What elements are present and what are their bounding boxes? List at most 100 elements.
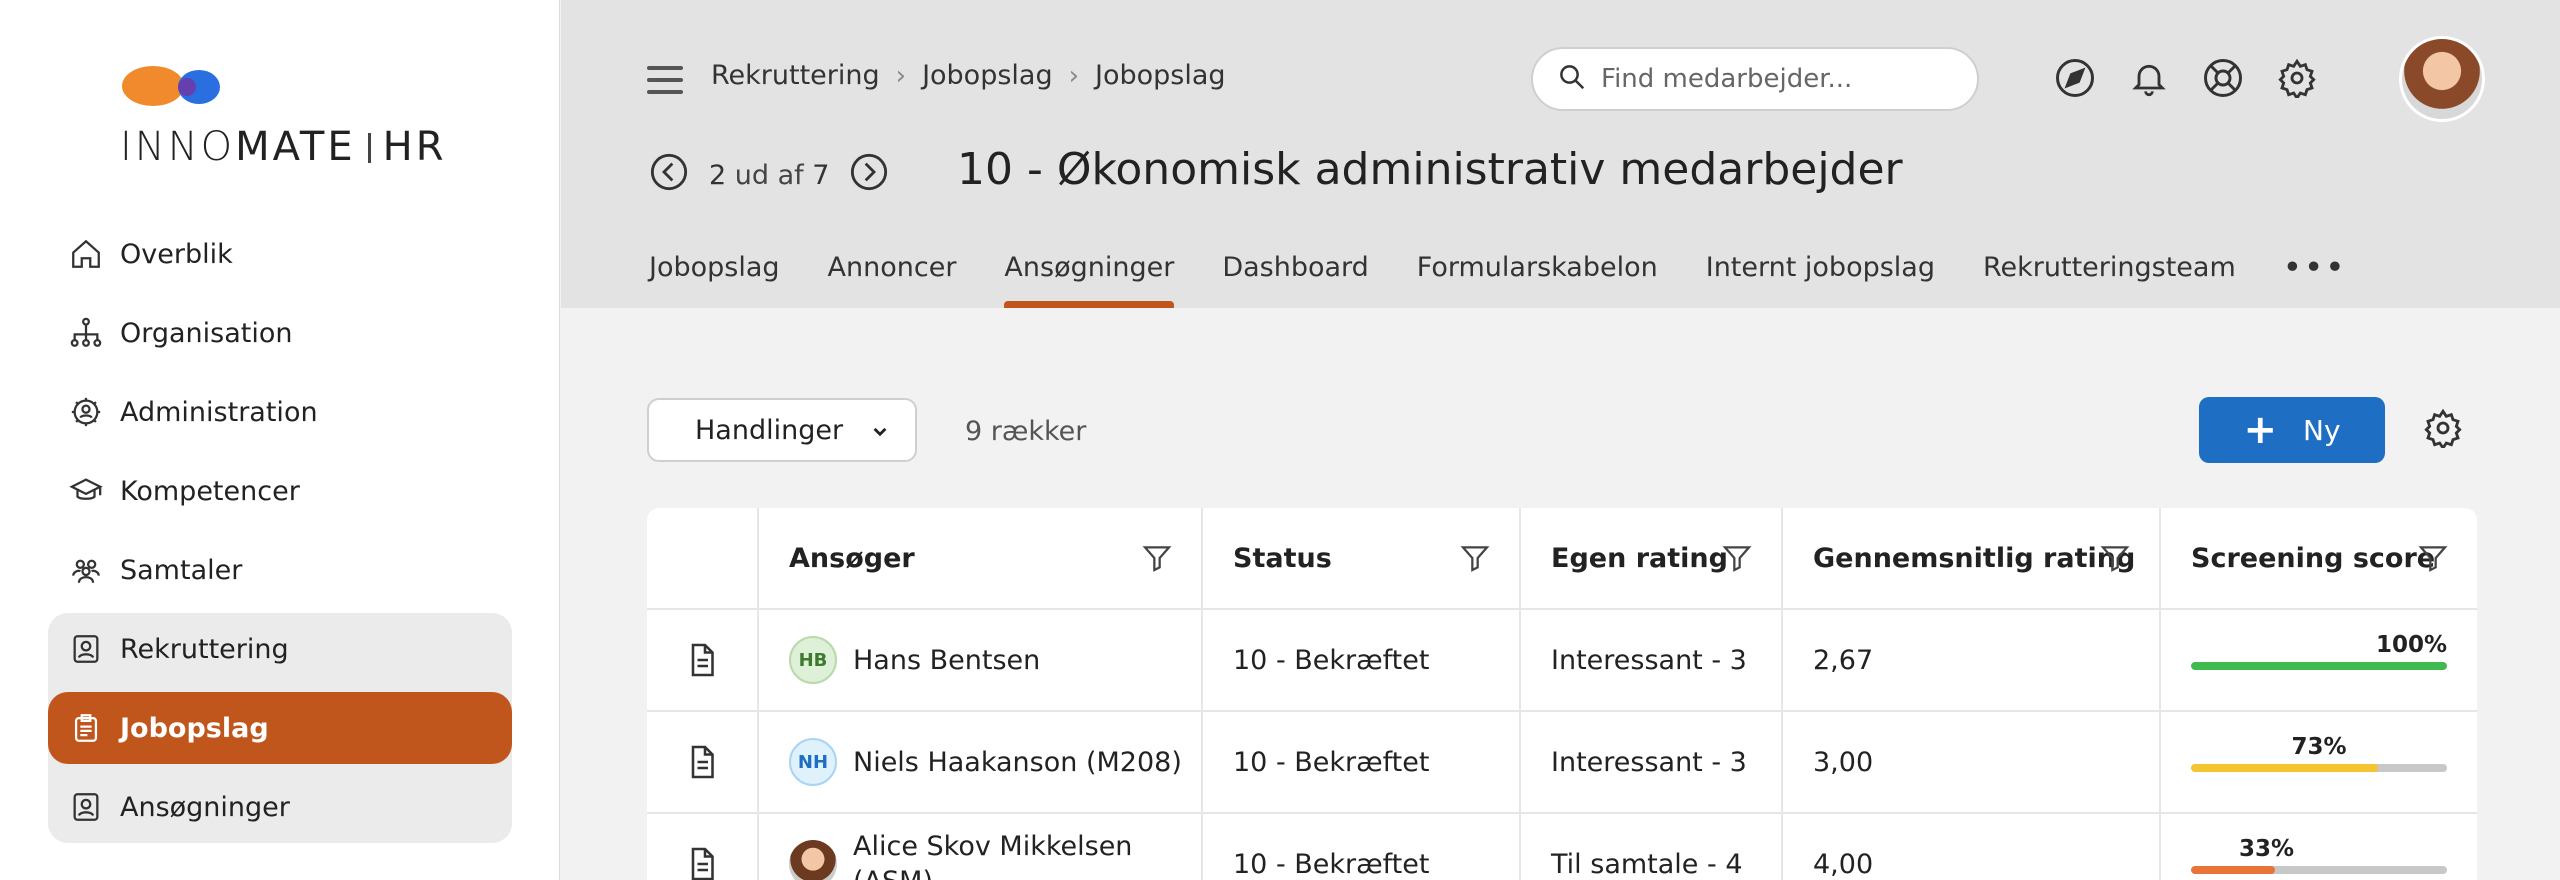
- people-icon: [68, 552, 104, 588]
- logo[interactable]: INNOMATE HR: [120, 60, 446, 170]
- tab-formularskabelon[interactable]: Formularskabelon: [1417, 252, 1658, 308]
- header-cell-own-rating[interactable]: Egen rating: [1521, 508, 1783, 608]
- sidebar-item-label: Administration: [120, 396, 318, 428]
- sidebar-item-ansoegninger[interactable]: Ansøgninger: [48, 771, 512, 843]
- record-pager: 2 ud af 7: [649, 152, 889, 199]
- document-icon[interactable]: [647, 712, 759, 812]
- header: Rekruttering › Jobopslag › Jobopslag 2 u…: [561, 0, 2560, 308]
- new-button[interactable]: + Ny: [2199, 397, 2385, 463]
- id-badge-icon: [68, 789, 104, 825]
- sidebar-nav: Overblik Organisation Administration Kom…: [48, 218, 512, 850]
- table-row[interactable]: NH Niels Haakanson (M208) 10 - Bekræftet …: [647, 712, 2477, 814]
- tab-rekrutteringsteam[interactable]: Rekrutteringsteam: [1983, 252, 2236, 308]
- id-badge-icon: [68, 631, 104, 667]
- bell-icon[interactable]: [2127, 56, 2171, 100]
- graduation-cap-icon: [68, 473, 104, 509]
- document-icon[interactable]: [647, 610, 759, 710]
- sidebar-item-label: Jobopslag: [120, 712, 269, 744]
- score-percent: 33%: [2239, 836, 2295, 862]
- table-header-row: Ansøger Status Egen rating Gennemsnitlig…: [647, 508, 2477, 610]
- logo-mark-icon: [120, 60, 230, 110]
- screening-score-cell: 33%: [2161, 814, 2477, 880]
- avg-rating-cell: 3,00: [1783, 712, 2161, 812]
- applicant-name: Niels Haakanson (M208): [853, 746, 1182, 778]
- home-icon: [68, 236, 104, 272]
- filter-icon[interactable]: [1721, 542, 1753, 581]
- breadcrumb-item[interactable]: Jobopslag: [922, 60, 1053, 91]
- header-cell-screening-score[interactable]: Screening score: [2161, 508, 2477, 608]
- sidebar-item-label: Rekruttering: [120, 633, 289, 665]
- breadcrumb-item[interactable]: Rekruttering: [711, 60, 880, 91]
- sidebar-item-administration[interactable]: Administration: [48, 376, 512, 448]
- header-cell-icon: [647, 508, 759, 608]
- avatar: HB: [789, 636, 837, 684]
- pager-count: 2 ud af 7: [709, 160, 830, 191]
- more-tabs-icon[interactable]: •••: [2284, 252, 2348, 308]
- previous-circle-icon[interactable]: [649, 152, 689, 199]
- sidebar: INNOMATE HR Overblik Organisation Adminis…: [0, 0, 560, 880]
- avatar: [789, 840, 837, 880]
- header-cell-status[interactable]: Status: [1203, 508, 1521, 608]
- filter-icon[interactable]: [1141, 542, 1173, 581]
- search-icon: [1557, 62, 1587, 96]
- tab-jobopslag[interactable]: Jobopslag: [649, 252, 780, 308]
- gear-icon[interactable]: [2275, 56, 2319, 100]
- chevron-right-icon: ›: [1068, 60, 1079, 91]
- filter-icon[interactable]: [2417, 542, 2449, 581]
- tab-bar: Jobopslag Annoncer Ansøgninger Dashboard…: [649, 252, 2396, 308]
- tab-ansoegninger[interactable]: Ansøgninger: [1004, 252, 1174, 308]
- applications-table: Ansøger Status Egen rating Gennemsnitlig…: [647, 508, 2477, 880]
- avg-rating-cell: 2,67: [1783, 610, 2161, 710]
- sidebar-item-label: Organisation: [120, 317, 293, 349]
- next-circle-icon[interactable]: [849, 152, 889, 199]
- applicant-name: Alice Skov Mikkelsen(ASM): [853, 830, 1133, 880]
- row-count: 9 rækker: [965, 416, 1087, 447]
- table-row[interactable]: HB Hans Bentsen 10 - Bekræftet Interessan…: [647, 610, 2477, 712]
- sidebar-item-label: Samtaler: [120, 554, 243, 586]
- sidebar-item-rekruttering[interactable]: Rekruttering: [48, 613, 512, 685]
- filter-icon[interactable]: [1459, 542, 1491, 581]
- table-row[interactable]: Alice Skov Mikkelsen(ASM) 10 - Bekræftet…: [647, 814, 2477, 880]
- score-bar: [2191, 866, 2447, 874]
- applicant-cell[interactable]: Alice Skov Mikkelsen(ASM): [759, 814, 1203, 880]
- applicant-cell[interactable]: NH Niels Haakanson (M208): [759, 712, 1203, 812]
- breadcrumb-item[interactable]: Jobopslag: [1095, 60, 1226, 91]
- sidebar-item-organisation[interactable]: Organisation: [48, 297, 512, 369]
- lifebuoy-icon[interactable]: [2201, 56, 2245, 100]
- chevron-right-icon: ›: [895, 60, 907, 91]
- new-button-label: Ny: [2303, 413, 2341, 447]
- status-cell: 10 - Bekræftet: [1203, 814, 1521, 880]
- status-cell: 10 - Bekræftet: [1203, 712, 1521, 812]
- tab-internt-jobopslag[interactable]: Internt jobopslag: [1706, 252, 1935, 308]
- filter-icon[interactable]: [2099, 542, 2131, 581]
- header-cell-applicant[interactable]: Ansøger: [759, 508, 1203, 608]
- sidebar-item-kompetencer[interactable]: Kompetencer: [48, 455, 512, 527]
- avg-rating-cell: 4,00: [1783, 814, 2161, 880]
- screening-score-cell: 100%: [2161, 610, 2477, 710]
- main-content: Handlinger 9 rækker + Ny Ansøger Status …: [561, 308, 2560, 880]
- sidebar-item-overblik[interactable]: Overblik: [48, 218, 512, 290]
- navigation-icon[interactable]: [2053, 56, 2097, 100]
- sidebar-item-label: Overblik: [120, 238, 233, 270]
- tab-dashboard[interactable]: Dashboard: [1222, 252, 1368, 308]
- header-cell-avg-rating[interactable]: Gennemsnitlig rating: [1783, 508, 2161, 608]
- breadcrumb: Rekruttering › Jobopslag › Jobopslag: [711, 60, 1226, 91]
- sidebar-item-jobopslag[interactable]: Jobopslag: [48, 692, 512, 764]
- gear-user-icon: [68, 394, 104, 430]
- sidebar-item-samtaler[interactable]: Samtaler: [48, 534, 512, 606]
- user-avatar[interactable]: [2399, 36, 2485, 122]
- applicant-name: Hans Bentsen: [853, 644, 1041, 676]
- logo-text: INNOMATE HR: [120, 124, 447, 170]
- search-input[interactable]: [1601, 64, 1961, 94]
- applicant-cell[interactable]: HB Hans Bentsen: [759, 610, 1203, 710]
- table-settings-gear-icon[interactable]: [2423, 408, 2467, 452]
- hamburger-menu-icon[interactable]: [647, 66, 683, 94]
- header-icons: [2053, 56, 2319, 100]
- actions-dropdown[interactable]: Handlinger: [647, 398, 917, 462]
- plus-icon: +: [2243, 407, 2277, 453]
- tab-annoncer[interactable]: Annoncer: [828, 252, 957, 308]
- org-chart-icon: [68, 315, 104, 351]
- document-icon[interactable]: [647, 814, 759, 880]
- own-rating-cell: Interessant - 3: [1521, 610, 1783, 710]
- own-rating-cell: Interessant - 3: [1521, 712, 1783, 812]
